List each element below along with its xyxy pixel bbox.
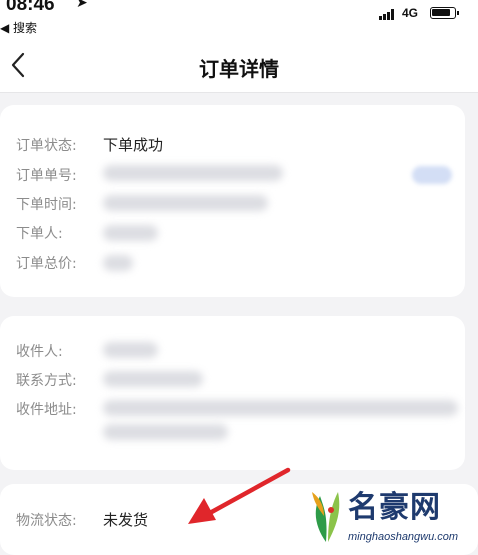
address-label: 收件地址: [16, 402, 77, 418]
page-title: 订单详情 [199, 57, 279, 81]
receiver-info-card [0, 316, 465, 470]
contact-label: 联系方式: [16, 373, 77, 389]
location-arrow-icon: ➤ [76, 0, 88, 11]
order-time-label: 下单时间: [16, 197, 77, 213]
nav-bar: 订单详情 [0, 38, 478, 93]
order-number-label: 订单单号: [16, 168, 77, 184]
signal-icon [379, 9, 397, 20]
status-time: 08:46 [6, 0, 55, 15]
battery-icon [430, 7, 459, 19]
orderer-label: 下单人: [16, 226, 63, 242]
order-status-label: 订单状态: [16, 138, 77, 154]
back-to-app-link[interactable]: ◀ 搜索 [0, 19, 37, 36]
status-bar: 08:46 ➤ ◀ 搜索 4G [0, 0, 478, 38]
network-type: 4G [402, 6, 419, 20]
watermark-url: minghaoshangwu.com [348, 531, 459, 543]
order-status-value: 下单成功 [103, 136, 164, 154]
watermark: 名豪网 minghaoshangwu.com [304, 478, 478, 555]
order-number-value-redacted [103, 165, 283, 181]
receiver-label: 收件人: [16, 344, 63, 360]
address-value-redacted-line1 [103, 400, 458, 416]
orderer-value-redacted [103, 225, 158, 241]
shipping-status-value: 未发货 [103, 511, 149, 529]
address-value-redacted-line2 [103, 424, 228, 440]
watermark-brand: 名豪网 [348, 490, 441, 525]
red-arrow-icon [188, 467, 291, 524]
contact-value-redacted [103, 371, 203, 387]
copy-button[interactable] [412, 166, 452, 184]
receiver-value-redacted [103, 342, 158, 358]
order-total-value-redacted [103, 255, 133, 271]
leaf-logo-icon [312, 492, 340, 542]
order-total-label: 订单总价: [16, 256, 77, 272]
order-time-value-redacted [103, 195, 268, 211]
shipping-status-label: 物流状态: [16, 513, 77, 529]
